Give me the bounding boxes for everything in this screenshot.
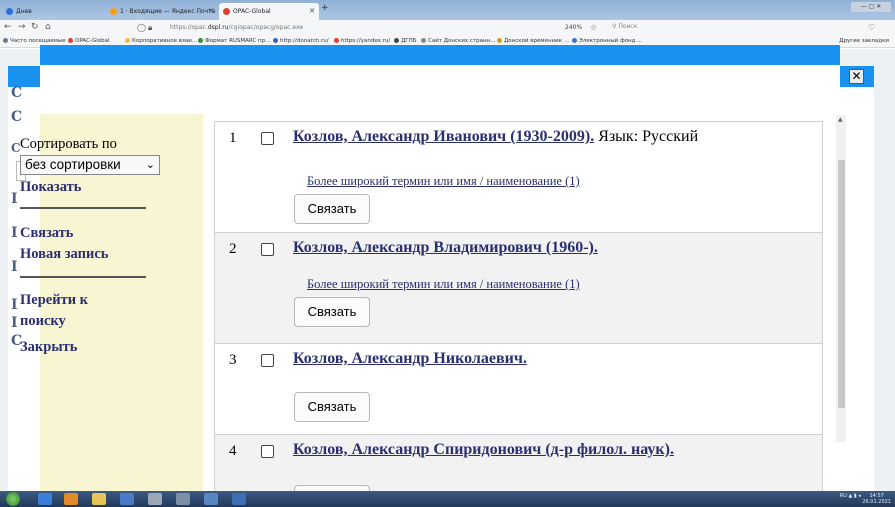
bookmark-icon	[68, 38, 73, 43]
bookmark-icon	[125, 38, 130, 43]
tab-yandex-mail[interactable]: 1 · Входящие — Яндекс Почта ✕	[106, 3, 218, 20]
tab-opac-global[interactable]: OPAC-Global ✕	[219, 3, 319, 20]
result-checkbox[interactable]	[261, 243, 274, 256]
chevron-down-icon: ⌄	[145, 159, 155, 171]
result-name-link[interactable]: Козлов, Александр Иванович (1930-2009).	[293, 128, 594, 145]
reload-icon[interactable]: ↻	[31, 22, 39, 33]
app-icon[interactable]	[204, 493, 218, 505]
result-number: 3	[229, 352, 237, 368]
shield-icon: ◯	[137, 23, 146, 32]
background-text: I	[11, 225, 18, 241]
app-icon[interactable]	[232, 493, 246, 505]
bookmark-icon	[421, 38, 426, 43]
sort-label: Сортировать по	[20, 136, 117, 152]
result-name-link[interactable]: Козлов, Александр Николаевич.	[293, 350, 527, 367]
star-icon[interactable]: ☆	[590, 22, 597, 33]
close-link[interactable]: Закрыть	[20, 338, 77, 357]
clock-date: 26.01.2021	[862, 499, 891, 505]
background-text: I	[11, 315, 18, 331]
mail-icon	[110, 8, 117, 15]
background-text: I	[11, 259, 18, 275]
result-checkbox[interactable]	[261, 445, 274, 458]
scroll-up-icon[interactable]: ▲	[838, 116, 843, 123]
bookmark-icon	[497, 38, 502, 43]
result-name: Козлов, Александр Иванович (1930-2009). …	[293, 128, 698, 146]
new-tab-button[interactable]: +	[321, 3, 329, 13]
show-link[interactable]: Показать	[20, 178, 81, 197]
scrollbar-thumb[interactable]	[838, 160, 845, 408]
result-name: Козлов, Александр Владимирович (1960-).	[293, 239, 598, 257]
other-bookmarks[interactable]: Другие закладки	[839, 35, 889, 47]
result-number: 4	[229, 443, 237, 459]
window-controls[interactable]: — ▢ ✕	[851, 2, 891, 12]
results-list: 1 Козлов, Александр Иванович (1930-2009)…	[214, 121, 823, 491]
result-row: 2 Козлов, Александр Владимирович (1960-)…	[214, 232, 823, 344]
app-icon[interactable]	[176, 493, 190, 505]
start-button-icon[interactable]	[6, 492, 20, 506]
background-text: I	[11, 191, 18, 207]
lock-icon: 🔒︎	[148, 23, 153, 32]
result-number: 2	[229, 241, 237, 257]
result-row: 1 Козлов, Александр Иванович (1930-2009)…	[214, 121, 823, 233]
link-link[interactable]: Связать	[20, 224, 73, 243]
broader-term-link[interactable]: Более широкий термин или имя / наименова…	[307, 174, 580, 189]
background-text: С	[11, 109, 23, 125]
result-name-link[interactable]: Козлов, Александр Владимирович (1960-).	[293, 239, 598, 256]
url-field[interactable]: https://opac.dspl.ru/cgiopac/opacg/opac.…	[170, 24, 303, 31]
go-to-search-link-line2[interactable]: поиску	[20, 312, 66, 331]
folder-icon[interactable]	[92, 493, 106, 505]
bookmark-icon	[394, 38, 399, 43]
tab-dnevnik[interactable]: Днев	[2, 3, 60, 20]
close-tab-icon[interactable]: ✕	[208, 3, 214, 20]
go-to-search-link-line1[interactable]: Перейти к	[20, 291, 88, 310]
bookmark-icon	[572, 38, 577, 43]
result-row: 4 Козлов, Александр Спиридонович (д-р фи…	[214, 434, 823, 491]
background-text: С	[11, 85, 23, 101]
close-tab-icon[interactable]: ✕	[309, 3, 315, 20]
search-input[interactable]: ⚲ Поиск	[612, 23, 637, 30]
sidebar-divider	[20, 276, 146, 278]
background-text: I	[11, 297, 18, 313]
browser-tab-bar: Днев 1 · Входящие — Яндекс Почта ✕ OPAC-…	[0, 0, 895, 20]
sidebar-divider	[20, 207, 146, 209]
result-name: Козлов, Александр Спиридонович (д-р фило…	[293, 441, 674, 459]
system-tray: RU ▲ ▮ ◂ 14:57 26.01.2021	[840, 493, 891, 505]
link-button[interactable]: Связать	[294, 297, 370, 327]
zoom-level[interactable]: 240%	[565, 24, 582, 31]
bookmark-icon	[198, 38, 203, 43]
result-name: Козлов, Александр Николаевич.	[293, 350, 527, 368]
app-icon[interactable]	[120, 493, 134, 505]
language-value: Русский	[642, 128, 699, 145]
browser-icon[interactable]	[38, 493, 52, 505]
bookmark-icon	[273, 38, 278, 43]
result-name-link[interactable]: Козлов, Александр Спиридонович (д-р фило…	[293, 441, 674, 458]
os-taskbar: RU ▲ ▮ ◂ 14:57 26.01.2021	[0, 491, 895, 507]
bookmark-icon	[3, 38, 8, 43]
search-dialog-titlebar	[40, 45, 840, 65]
clock[interactable]: 14:57 26.01.2021	[862, 493, 891, 505]
app-icon[interactable]	[148, 493, 162, 505]
firefox-icon[interactable]	[64, 493, 78, 505]
new-record-link[interactable]: Новая запись	[20, 245, 108, 264]
result-number: 1	[229, 130, 237, 146]
tab-favicon-icon	[6, 8, 13, 15]
opac-favicon-icon	[223, 8, 230, 15]
language-label: Язык:	[598, 128, 639, 145]
network-icon: ▲ ▮ ◂	[848, 493, 863, 499]
navigation-bar: ← → ↻ ⌂ ◯ 🔒︎ https://opac.dspl.ru/cgiopa…	[0, 20, 895, 35]
result-checkbox[interactable]	[261, 354, 274, 367]
outer-dialog-close-button[interactable]: ✕	[849, 69, 864, 84]
result-checkbox[interactable]	[261, 132, 274, 145]
sort-select[interactable]: без сортировки ⌄	[20, 155, 160, 175]
forward-arrow-icon[interactable]: →	[18, 22, 26, 33]
link-button[interactable]: Связать	[294, 194, 370, 224]
back-arrow-icon[interactable]: ←	[4, 22, 12, 33]
link-button[interactable]: Связать	[294, 392, 370, 422]
pocket-icon[interactable]: ♡	[868, 22, 875, 33]
result-row: 3 Козлов, Александр Николаевич. Связать	[214, 343, 823, 435]
broader-term-link[interactable]: Более широкий термин или имя / наименова…	[307, 277, 580, 292]
language-indicator[interactable]: RU	[840, 493, 847, 499]
bookmark-icon	[334, 38, 339, 43]
home-icon[interactable]: ⌂	[45, 22, 51, 33]
